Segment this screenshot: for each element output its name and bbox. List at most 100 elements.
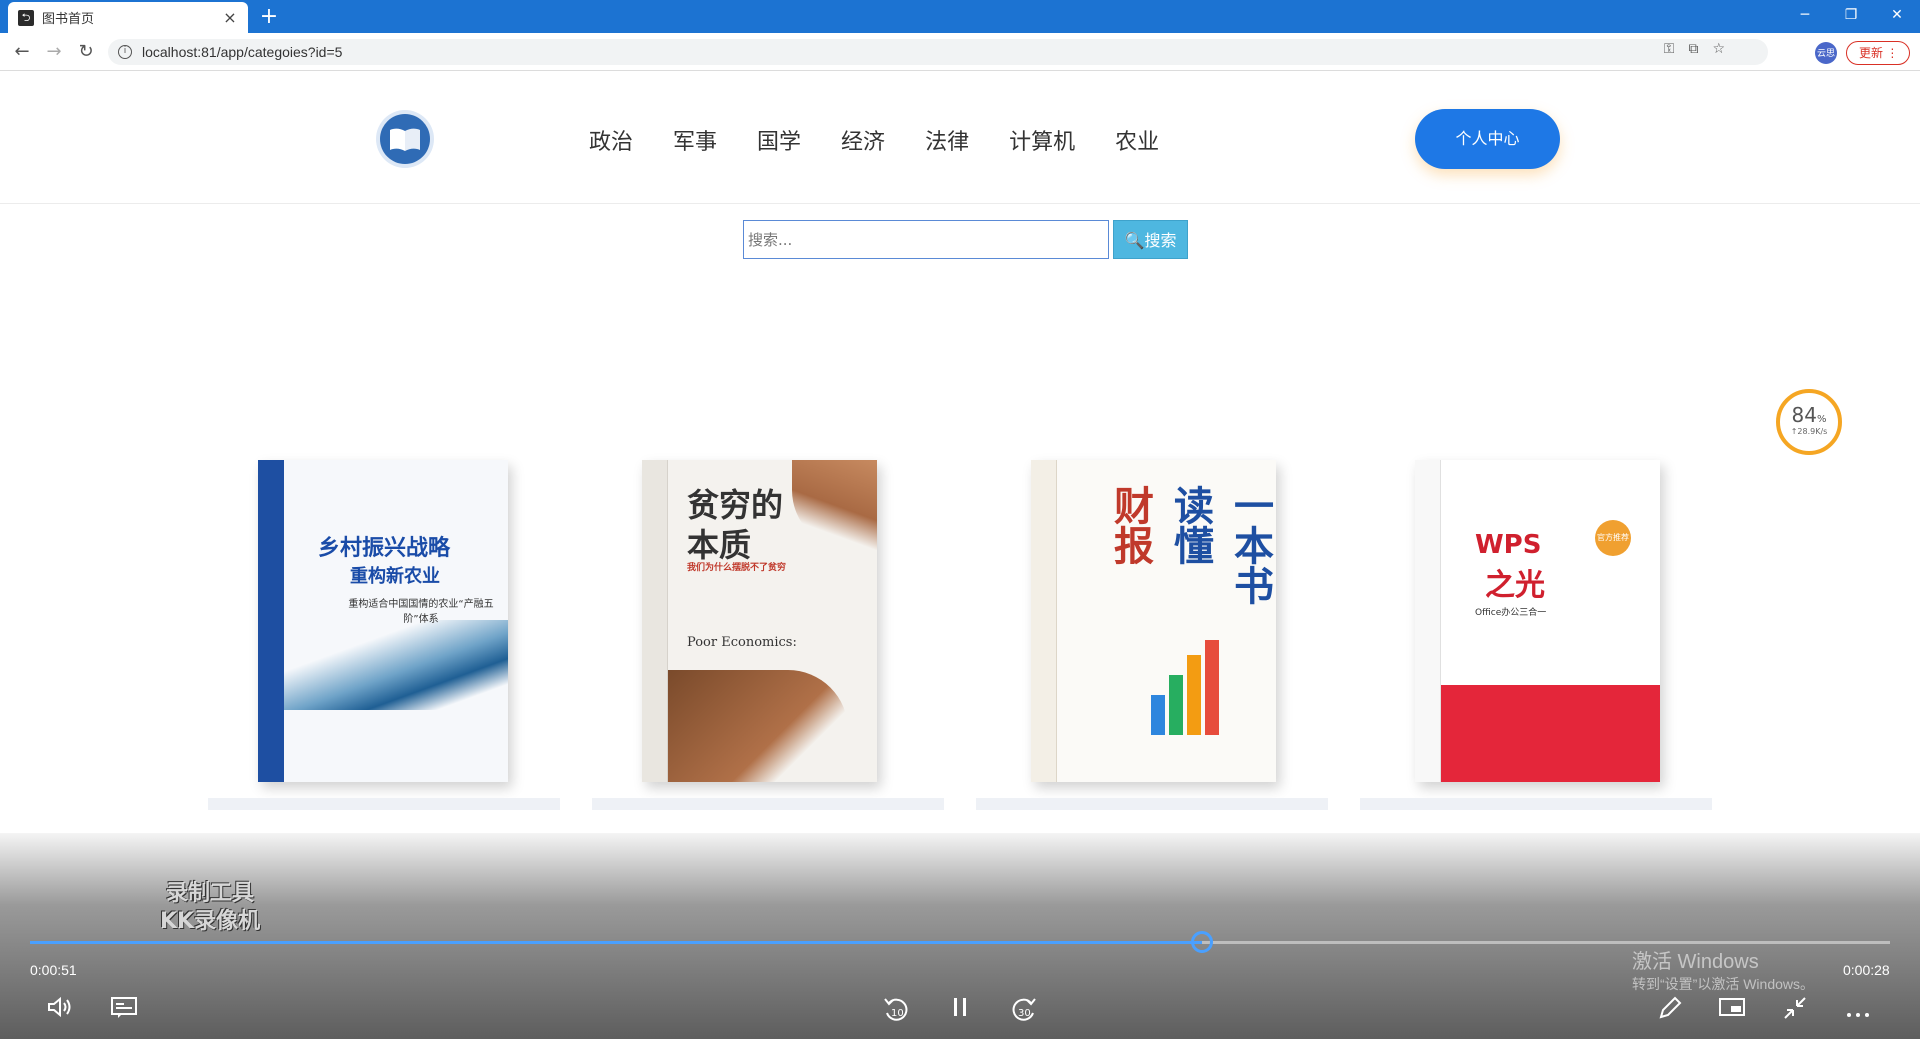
speed-percent-unit: %: [1816, 414, 1827, 425]
book-spine: [642, 460, 668, 782]
profile-avatar[interactable]: 云思: [1815, 42, 1837, 64]
close-window-button[interactable]: ✕: [1874, 0, 1920, 33]
activate-title: 激活 Windows: [1632, 951, 1759, 973]
search-button[interactable]: 🔍搜索: [1113, 220, 1188, 259]
book-spine: [258, 460, 284, 782]
cover-bar: [1151, 695, 1165, 735]
nav-item-computer[interactable]: 计算机: [1009, 124, 1075, 156]
cover-red-band: [1441, 685, 1660, 782]
recommend-badge: 官方推荐: [1595, 520, 1631, 556]
minimize-button[interactable]: ─: [1782, 0, 1828, 33]
exit-fullscreen-icon-glyph: [1784, 997, 1806, 1019]
remaining-time: 0:00:28: [1843, 962, 1890, 978]
cover-illustration: [284, 620, 508, 710]
more-icon[interactable]: [1840, 995, 1876, 1031]
pause-icon[interactable]: [942, 995, 978, 1031]
book-card[interactable]: WPS 之光 Office办公三合一 官方推荐: [1360, 440, 1712, 810]
new-tab-button[interactable]: +: [256, 4, 282, 30]
watermark-line2: KK录像机: [160, 909, 261, 934]
book-cover[interactable]: 乡村振兴战略 重构新农业 重构适合中国国情的农业“产融五阶”体系: [258, 460, 508, 782]
book-grid: 乡村振兴战略 重构新农业 重构适合中国国情的农业“产融五阶”体系 贫穷的 本质 …: [208, 440, 1713, 810]
window-controls: ─ ❐ ✕: [1782, 0, 1920, 33]
back-button[interactable]: ←: [10, 41, 34, 63]
book-card[interactable]: 财报 读懂 一本书: [976, 440, 1328, 810]
close-tab-icon[interactable]: ×: [222, 8, 238, 27]
network-speed-widget[interactable]: 84% ↑28.9K/s: [1776, 389, 1842, 455]
cover-bar-illustration: [1151, 640, 1219, 735]
translate-icon[interactable]: ⧉: [1688, 41, 1698, 57]
book-spine: [1415, 460, 1441, 782]
seek-handle[interactable]: [1191, 931, 1213, 953]
book-logo-icon: [390, 128, 420, 151]
book-title-part3: 一本书: [1227, 485, 1273, 605]
card-shelf: [976, 798, 1328, 810]
book-title-line1: WPS: [1475, 530, 1542, 560]
url-text[interactable]: localhost:81/app/categoies?id=5: [142, 44, 342, 60]
category-nav: 政治 军事 国学 经济 法律 计算机 农业: [589, 124, 1199, 156]
cover-bar: [1169, 675, 1183, 735]
cover-illustration: [668, 670, 848, 782]
book-card[interactable]: 贫穷的 本质 我们为什么摆脱不了贫穷 Poor Economics:: [592, 440, 944, 810]
personal-center-button[interactable]: 个人中心: [1415, 109, 1560, 169]
book-note: Office办公三合一: [1475, 608, 1547, 618]
forward-30-icon[interactable]: 30: [1006, 995, 1042, 1031]
recorder-watermark: 录制工具 KK录像机: [160, 880, 260, 936]
captions-icon-glyph: [111, 997, 137, 1018]
card-shelf: [592, 798, 944, 810]
nav-item-law[interactable]: 法律: [925, 124, 969, 156]
svg-text:30: 30: [1018, 1008, 1031, 1019]
cover-illustration: [792, 460, 877, 550]
browser-tab[interactable]: ⮌ 图书首页 ×: [8, 2, 248, 33]
watermark-line1: 录制工具: [166, 881, 255, 906]
book-card[interactable]: 乡村振兴战略 重构新农业 重构适合中国国情的农业“产融五阶”体系: [208, 440, 560, 810]
volume-icon-glyph: [48, 996, 71, 1018]
pen-icon-glyph: [1659, 996, 1682, 1019]
key-icon[interactable]: ⚿: [1664, 41, 1675, 57]
update-button[interactable]: 更新 ⋮: [1846, 41, 1910, 65]
captions-icon[interactable]: [106, 995, 142, 1031]
miniview-icon-glyph: [1719, 998, 1745, 1016]
book-note: 重构适合中国国情的农业“产融五阶”体系: [348, 599, 494, 625]
exit-fullscreen-icon[interactable]: [1777, 995, 1813, 1031]
nav-item-military[interactable]: 军事: [673, 124, 717, 156]
rewind-10-icon[interactable]: 10: [878, 995, 914, 1031]
book-cover[interactable]: 贫穷的 本质 我们为什么摆脱不了贫穷 Poor Economics:: [642, 460, 877, 782]
speed-percent: 84%: [1780, 403, 1838, 427]
pen-icon[interactable]: [1652, 995, 1688, 1031]
restore-button[interactable]: ❐: [1828, 0, 1874, 33]
reload-button[interactable]: ↻: [74, 41, 98, 63]
activate-subtitle: 转到“设置”以激活 Windows。: [1632, 976, 1815, 992]
speed-percent-value: 84: [1791, 403, 1817, 427]
rewind-icon-glyph: 10: [884, 998, 908, 1021]
book-title-part1: 财报: [1107, 485, 1153, 565]
book-english-title: Poor Economics:: [687, 635, 797, 650]
windows-activation-notice: 激活 Windows 转到“设置”以激活 Windows。: [1632, 945, 1814, 994]
book-title-part2: 读懂: [1167, 485, 1213, 565]
book-cover[interactable]: 财报 读懂 一本书: [1031, 460, 1276, 782]
book-spine: [1031, 460, 1057, 782]
seek-bar[interactable]: [30, 931, 1890, 953]
more-icon-glyph: [1847, 1013, 1869, 1017]
book-subtitle: 重构新农业: [350, 566, 440, 587]
volume-icon[interactable]: [42, 995, 78, 1031]
nav-item-economics[interactable]: 经济: [841, 124, 885, 156]
nav-item-chinese-studies[interactable]: 国学: [757, 124, 801, 156]
nav-item-politics[interactable]: 政治: [589, 124, 633, 156]
site-logo[interactable]: [380, 114, 430, 164]
cover-bar: [1205, 640, 1219, 735]
miniview-icon[interactable]: [1714, 995, 1750, 1031]
cover-bar: [1187, 655, 1201, 735]
search-input[interactable]: [743, 220, 1109, 259]
forward-button[interactable]: →: [42, 41, 66, 63]
forward-icon-glyph: 30: [1012, 998, 1036, 1021]
book-cover[interactable]: WPS 之光 Office办公三合一 官方推荐: [1415, 460, 1660, 782]
site-info-icon[interactable]: i: [118, 45, 132, 59]
card-shelf: [208, 798, 560, 810]
book-title: 乡村振兴战略: [318, 536, 451, 561]
book-note: 我们为什么摆脱不了贫穷: [687, 563, 787, 573]
url-field[interactable]: i localhost:81/app/categoies?id=5: [108, 39, 1768, 65]
nav-item-agriculture[interactable]: 农业: [1115, 124, 1159, 156]
bookmark-star-icon[interactable]: ☆: [1712, 41, 1725, 57]
seek-bar-fill: [30, 941, 1202, 944]
card-shelf: [1360, 798, 1712, 810]
